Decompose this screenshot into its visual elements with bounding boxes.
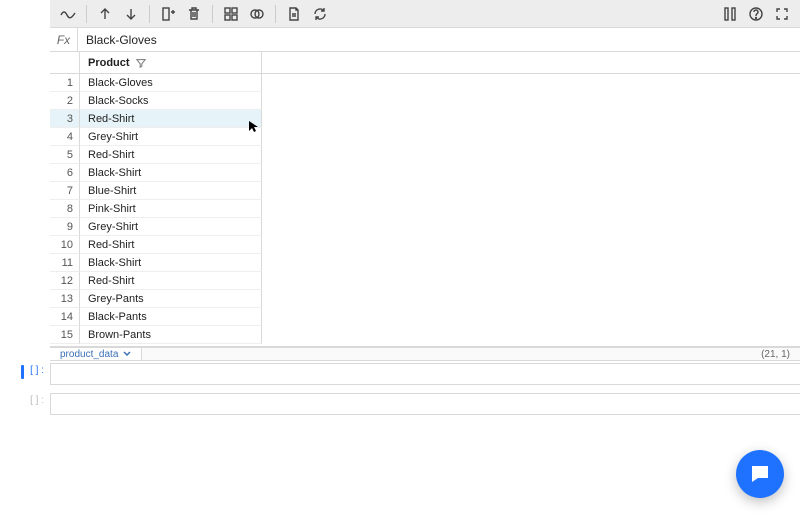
prompt-text: [ ] : <box>30 395 44 406</box>
separator <box>149 5 150 23</box>
row-number[interactable]: 8 <box>50 200 80 218</box>
cell-product[interactable]: Pink-Shirt <box>80 200 262 218</box>
grid-body[interactable]: 1Black-Gloves2Black-Socks3Red-Shirt4Grey… <box>50 74 800 346</box>
row-number[interactable]: 6 <box>50 164 80 182</box>
left-gutter <box>0 0 50 361</box>
expand-icon[interactable] <box>770 3 794 25</box>
row-number[interactable]: 15 <box>50 326 80 344</box>
row-number[interactable]: 14 <box>50 308 80 326</box>
fx-label: Fx <box>50 28 78 51</box>
table-row[interactable]: 3Red-Shirt <box>50 110 800 128</box>
console-prompt-idle: [ ] : <box>0 391 50 406</box>
console-prompt-active: [ ] : <box>0 361 50 379</box>
separator <box>275 5 276 23</box>
row-number[interactable]: 2 <box>50 92 80 110</box>
add-column-icon[interactable] <box>156 3 180 25</box>
cell-product[interactable]: Black-Gloves <box>80 74 262 92</box>
cell-product[interactable]: Blue-Shirt <box>80 182 262 200</box>
venn-icon[interactable] <box>245 3 269 25</box>
arrow-down-icon[interactable] <box>119 3 143 25</box>
fx-value[interactable]: Black-Gloves <box>78 28 800 51</box>
table-row[interactable]: 10Red-Shirt <box>50 236 800 254</box>
cell-product[interactable]: Black-Socks <box>80 92 262 110</box>
cell-product[interactable]: Brown-Pants <box>80 326 262 344</box>
data-grid: Product 1Black-Gloves2Black-Socks3Red-Sh… <box>50 52 800 347</box>
table-row[interactable]: 5Red-Shirt <box>50 146 800 164</box>
cell-product[interactable]: Black-Shirt <box>80 254 262 272</box>
chat-icon <box>748 462 772 486</box>
row-number[interactable]: 11 <box>50 254 80 272</box>
table-row[interactable]: 7Blue-Shirt <box>50 182 800 200</box>
sheet-dimensions: (21, 1) <box>751 349 800 360</box>
row-number[interactable]: 5 <box>50 146 80 164</box>
row-number[interactable]: 10 <box>50 236 80 254</box>
cell-product[interactable]: Grey-Shirt <box>80 218 262 236</box>
table-row[interactable]: 1Black-Gloves <box>50 74 800 92</box>
formula-bar: Fx Black-Gloves <box>50 28 800 52</box>
row-number[interactable]: 7 <box>50 182 80 200</box>
console-idle-row: [ ] : <box>0 391 800 415</box>
cell-product[interactable]: Red-Shirt <box>80 146 262 164</box>
cell-product[interactable]: Red-Shirt <box>80 236 262 254</box>
sheet-bar: product_data (21, 1) <box>50 347 800 361</box>
sheet-tab[interactable]: product_data <box>50 348 142 360</box>
row-number[interactable]: 4 <box>50 128 80 146</box>
row-number-header[interactable] <box>50 52 80 73</box>
prompt-text: [ ] : <box>30 365 44 376</box>
row-number[interactable]: 1 <box>50 74 80 92</box>
cell-product[interactable]: Red-Shirt <box>80 110 262 128</box>
table-row[interactable]: 12Red-Shirt <box>50 272 800 290</box>
table-row[interactable]: 9Grey-Shirt <box>50 218 800 236</box>
console-active-row: [ ] : <box>0 361 800 385</box>
grid-header: Product <box>50 52 800 74</box>
column-header-label: Product <box>88 57 130 69</box>
cell-product[interactable]: Black-Pants <box>80 308 262 326</box>
table-row[interactable]: 8Pink-Shirt <box>50 200 800 218</box>
cell-product[interactable]: Red-Shirt <box>80 272 262 290</box>
table-row[interactable]: 11Black-Shirt <box>50 254 800 272</box>
row-number[interactable]: 9 <box>50 218 80 236</box>
console-input-active[interactable] <box>50 363 800 385</box>
cell-product[interactable]: Black-Shirt <box>80 164 262 182</box>
table-row[interactable]: 6Black-Shirt <box>50 164 800 182</box>
sheet-name: product_data <box>60 349 118 360</box>
columns-icon[interactable] <box>718 3 742 25</box>
chat-button[interactable] <box>736 450 784 498</box>
row-number[interactable]: 13 <box>50 290 80 308</box>
table-row[interactable]: 15Brown-Pants <box>50 326 800 344</box>
chevron-down-icon <box>123 350 131 358</box>
cell-product[interactable]: Grey-Shirt <box>80 128 262 146</box>
row-number[interactable]: 12 <box>50 272 80 290</box>
trash-icon[interactable] <box>182 3 206 25</box>
table-row[interactable]: 2Black-Socks <box>50 92 800 110</box>
help-icon[interactable] <box>744 3 768 25</box>
separator <box>86 5 87 23</box>
table-row[interactable]: 14Black-Pants <box>50 308 800 326</box>
refresh-icon[interactable] <box>308 3 332 25</box>
console-input-idle[interactable] <box>50 393 800 415</box>
cell-product[interactable]: Grey-Pants <box>80 290 262 308</box>
table-row[interactable]: 13Grey-Pants <box>50 290 800 308</box>
grid-icon[interactable] <box>219 3 243 25</box>
console: [ ] : [ ] : <box>0 361 800 514</box>
wave-icon[interactable] <box>56 3 80 25</box>
column-header-product[interactable]: Product <box>80 52 262 73</box>
file-icon[interactable] <box>282 3 306 25</box>
arrow-up-icon[interactable] <box>93 3 117 25</box>
separator <box>212 5 213 23</box>
filter-icon[interactable] <box>136 58 146 68</box>
toolbar <box>50 0 800 28</box>
table-row[interactable]: 4Grey-Shirt <box>50 128 800 146</box>
console-blank <box>0 415 800 515</box>
row-number[interactable]: 3 <box>50 110 80 128</box>
